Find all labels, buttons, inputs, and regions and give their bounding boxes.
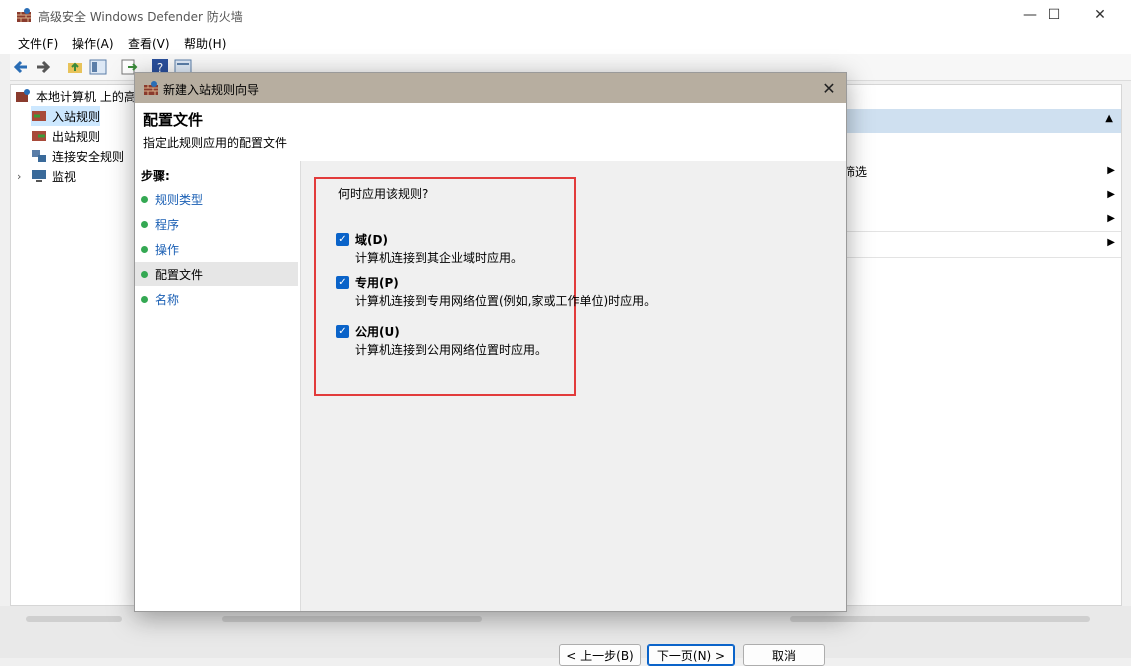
- menu-action[interactable]: 操作(A): [72, 35, 114, 52]
- back-arrow-icon[interactable]: [12, 58, 30, 76]
- window-titlebar: 高级安全 Windows Defender 防火墙 — ☐ ✕: [0, 0, 1131, 30]
- step-bullet-icon: [141, 295, 148, 303]
- tree-item-inbound-rules[interactable]: 入站规则: [31, 106, 101, 126]
- option-description: 计算机连接到公用网络位置时应用。: [355, 343, 548, 357]
- tree-item-label: 连接安全规则: [52, 149, 125, 164]
- menu-file[interactable]: 文件(F): [18, 35, 58, 52]
- step-bullet-icon: [141, 245, 148, 253]
- folder-up-icon[interactable]: [66, 58, 84, 76]
- dialog-titlebar[interactable]: 新建入站规则向导 ✕: [135, 73, 846, 103]
- wizard-content: 何时应用该规则? ✓ 域(D) 计算机连接到其企业域时应用。 ✓ 专用(P) 计…: [301, 161, 846, 666]
- step-action[interactable]: 操作: [135, 237, 298, 261]
- submenu-arrow-icon: ▶: [1107, 189, 1115, 200]
- new-inbound-rule-wizard: 新建入站规则向导 ✕ 配置文件 指定此规则应用的配置文件 步骤: 规则类型 程序…: [134, 72, 847, 666]
- tree-item-label: 出站规则: [52, 129, 101, 144]
- firewall-icon: [17, 8, 31, 22]
- dialog-title: 新建入站规则向导: [163, 83, 260, 97]
- navigation-tree: 本地计算机 上的高 入站规则 出站规则 连接安全规则 › 监视: [10, 84, 142, 606]
- step-label: 规则类型: [155, 192, 204, 207]
- next-button[interactable]: 下一页(N) >: [647, 644, 735, 666]
- chevron-right-icon[interactable]: ›: [17, 170, 31, 183]
- horizontal-scrollbar[interactable]: [790, 616, 1090, 622]
- cancel-button[interactable]: 取消: [743, 644, 825, 666]
- tree-item-label: 入站规则: [52, 109, 101, 124]
- forward-arrow-icon[interactable]: [34, 58, 52, 76]
- step-label: 配置文件: [155, 267, 204, 282]
- step-label: 程序: [155, 217, 180, 232]
- inbound-rules-icon: [32, 111, 46, 121]
- step-bullet-icon: [141, 220, 148, 228]
- computer-firewall-icon: [16, 89, 30, 102]
- wizard-steps: 步骤: 规则类型 程序 操作 配置文件 名称: [135, 161, 301, 611]
- show-tree-icon[interactable]: [89, 58, 107, 76]
- submenu-arrow-icon: ▶: [1107, 237, 1115, 248]
- step-label: 操作: [155, 242, 180, 257]
- outbound-rules-icon: [32, 131, 46, 141]
- step-label: 名称: [155, 292, 180, 307]
- option-label: 专用(P): [355, 276, 399, 290]
- tree-root[interactable]: 本地计算机 上的高: [15, 86, 136, 106]
- firewall-icon: [144, 81, 158, 95]
- window-title: 高级安全 Windows Defender 防火墙: [38, 10, 243, 24]
- collapse-up-icon[interactable]: ▲: [1105, 113, 1113, 124]
- step-bullet-icon: [141, 195, 148, 203]
- monitor-icon: [32, 170, 46, 182]
- menu-help[interactable]: 帮助(H): [184, 35, 226, 52]
- step-name[interactable]: 名称: [135, 287, 298, 311]
- checkbox-checked-icon[interactable]: ✓: [336, 276, 349, 289]
- back-button[interactable]: < 上一步(B): [559, 644, 641, 666]
- checkbox-checked-icon[interactable]: ✓: [336, 325, 349, 338]
- tree-item-outbound-rules[interactable]: 出站规则: [31, 126, 100, 146]
- dialog-subheading: 指定此规则应用的配置文件: [143, 136, 288, 150]
- option-description: 计算机连接到其企业域时应用。: [355, 251, 524, 265]
- option-label: 域(D): [355, 233, 388, 247]
- left-edge: [0, 54, 10, 658]
- step-profile[interactable]: 配置文件: [135, 262, 298, 286]
- question-text: 何时应用该规则?: [338, 187, 429, 201]
- dialog-close-button[interactable]: ✕: [818, 77, 840, 99]
- menu-bar: 文件(F) 操作(A) 查看(V) 帮助(H): [0, 30, 1131, 54]
- connection-security-icon: [32, 150, 46, 162]
- dialog-heading: 配置文件: [143, 111, 204, 129]
- tree-item-connection-security-rules[interactable]: 连接安全规则: [31, 146, 124, 166]
- tree-item-monitoring[interactable]: › 监视: [17, 166, 76, 186]
- submenu-arrow-icon: ▶: [1107, 165, 1115, 176]
- submenu-arrow-icon: ▶: [1107, 213, 1115, 224]
- close-button[interactable]: ✕: [1077, 0, 1123, 30]
- menu-view[interactable]: 查看(V): [128, 35, 170, 52]
- step-program[interactable]: 程序: [135, 212, 298, 236]
- option-description: 计算机连接到专用网络位置(例如,家或工作单位)时应用。: [355, 294, 657, 308]
- steps-title: 步骤:: [141, 169, 170, 183]
- step-bullet-icon: [141, 270, 148, 278]
- option-label: 公用(U): [355, 325, 400, 339]
- maximize-button[interactable]: ☐: [1031, 0, 1077, 30]
- step-rule-type[interactable]: 规则类型: [135, 187, 298, 211]
- horizontal-scrollbar[interactable]: [222, 616, 482, 622]
- highlight-box: [314, 177, 576, 396]
- tree-item-label: 监视: [52, 169, 77, 184]
- dialog-header: 配置文件 指定此规则应用的配置文件: [135, 103, 846, 162]
- tree-root-label: 本地计算机 上的高: [36, 89, 136, 104]
- checkbox-checked-icon[interactable]: ✓: [336, 233, 349, 246]
- horizontal-scrollbar[interactable]: [26, 616, 122, 622]
